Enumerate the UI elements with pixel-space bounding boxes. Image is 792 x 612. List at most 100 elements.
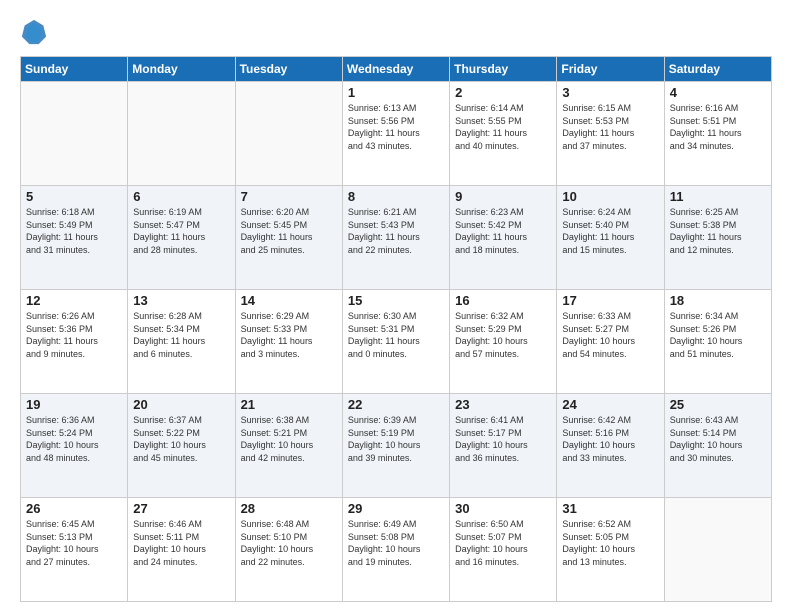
calendar-week-row: 12Sunrise: 6:26 AM Sunset: 5:36 PM Dayli… bbox=[21, 290, 772, 394]
calendar-day-cell: 25 Sunrise: 6:43 AM Sunset: 5:14 PM Dayli… bbox=[664, 394, 771, 498]
calendar-week-row: 19 Sunrise: 6:36 AM Sunset: 5:24 PM Dayli… bbox=[21, 394, 772, 498]
day-info: Sunrise: 6:33 AM Sunset: 5:27 PM Dayligh… bbox=[562, 310, 658, 360]
day-number: 24 bbox=[562, 397, 658, 412]
day-number: 18 bbox=[670, 293, 766, 308]
day-number: 6 bbox=[133, 189, 229, 204]
day-number: 21 bbox=[241, 397, 337, 412]
day-info: Sunrise: 6:39 AM Sunset: 5:19 PM Dayligh… bbox=[348, 414, 444, 464]
calendar-day-cell: 8 Sunrise: 6:21 AM Sunset: 5:43 PM Daylig… bbox=[342, 186, 449, 290]
calendar-week-row: 5 Sunrise: 6:18 AM Sunset: 5:49 PM Daylig… bbox=[21, 186, 772, 290]
day-info: Sunrise: 6:38 AM Sunset: 5:21 PM Dayligh… bbox=[241, 414, 337, 464]
day-info: Sunrise: 6:52 AM Sunset: 5:05 PM Dayligh… bbox=[562, 518, 658, 568]
day-info: Sunrise: 6:21 AM Sunset: 5:43 PM Dayligh… bbox=[348, 206, 444, 256]
calendar-day-cell: 4 Sunrise: 6:16 AM Sunset: 5:51 PM Daylig… bbox=[664, 82, 771, 186]
calendar-day-cell bbox=[21, 82, 128, 186]
calendar-day-cell: 26 Sunrise: 6:45 AM Sunset: 5:13 PM Dayli… bbox=[21, 498, 128, 602]
calendar-day-cell: 6 Sunrise: 6:19 AM Sunset: 5:47 PM Daylig… bbox=[128, 186, 235, 290]
day-info: Sunrise: 6:43 AM Sunset: 5:14 PM Dayligh… bbox=[670, 414, 766, 464]
calendar-day-cell: 30Sunrise: 6:50 AM Sunset: 5:07 PM Dayli… bbox=[450, 498, 557, 602]
day-info: Sunrise: 6:23 AM Sunset: 5:42 PM Dayligh… bbox=[455, 206, 551, 256]
calendar-day-cell bbox=[128, 82, 235, 186]
calendar-day-cell: 14 Sunrise: 6:29 AM Sunset: 5:33 PM Dayli… bbox=[235, 290, 342, 394]
day-number: 26 bbox=[26, 501, 122, 516]
day-info: Sunrise: 6:20 AM Sunset: 5:45 PM Dayligh… bbox=[241, 206, 337, 256]
calendar-day-cell: 20 Sunrise: 6:37 AM Sunset: 5:22 PM Dayli… bbox=[128, 394, 235, 498]
day-info: Sunrise: 6:36 AM Sunset: 5:24 PM Dayligh… bbox=[26, 414, 122, 464]
day-number: 7 bbox=[241, 189, 337, 204]
calendar-table: SundayMondayTuesdayWednesdayThursdayFrid… bbox=[20, 56, 772, 602]
day-info: Sunrise: 6:42 AM Sunset: 5:16 PM Dayligh… bbox=[562, 414, 658, 464]
calendar-day-header: Saturday bbox=[664, 57, 771, 82]
calendar-day-cell: 13 Sunrise: 6:28 AM Sunset: 5:34 PM Dayli… bbox=[128, 290, 235, 394]
day-number: 20 bbox=[133, 397, 229, 412]
logo bbox=[20, 18, 52, 46]
day-info: Sunrise: 6:28 AM Sunset: 5:34 PM Dayligh… bbox=[133, 310, 229, 360]
calendar-day-cell: 24 Sunrise: 6:42 AM Sunset: 5:16 PM Dayli… bbox=[557, 394, 664, 498]
day-number: 4 bbox=[670, 85, 766, 100]
day-number: 25 bbox=[670, 397, 766, 412]
day-number: 5 bbox=[26, 189, 122, 204]
day-number: 14 bbox=[241, 293, 337, 308]
day-info: Sunrise: 6:45 AM Sunset: 5:13 PM Dayligh… bbox=[26, 518, 122, 568]
day-info: Sunrise: 6:37 AM Sunset: 5:22 PM Dayligh… bbox=[133, 414, 229, 464]
calendar-day-cell: 1 Sunrise: 6:13 AM Sunset: 5:56 PM Daylig… bbox=[342, 82, 449, 186]
calendar-day-cell: 15Sunrise: 6:30 AM Sunset: 5:31 PM Dayli… bbox=[342, 290, 449, 394]
day-info: Sunrise: 6:14 AM Sunset: 5:55 PM Dayligh… bbox=[455, 102, 551, 152]
calendar-day-cell: 3 Sunrise: 6:15 AM Sunset: 5:53 PM Daylig… bbox=[557, 82, 664, 186]
calendar-week-row: 26 Sunrise: 6:45 AM Sunset: 5:13 PM Dayli… bbox=[21, 498, 772, 602]
calendar-day-cell: 21 Sunrise: 6:38 AM Sunset: 5:21 PM Dayli… bbox=[235, 394, 342, 498]
day-info: Sunrise: 6:49 AM Sunset: 5:08 PM Dayligh… bbox=[348, 518, 444, 568]
day-number: 10 bbox=[562, 189, 658, 204]
day-number: 19 bbox=[26, 397, 122, 412]
calendar-day-cell: 2 Sunrise: 6:14 AM Sunset: 5:55 PM Daylig… bbox=[450, 82, 557, 186]
day-number: 12 bbox=[26, 293, 122, 308]
day-number: 1 bbox=[348, 85, 444, 100]
calendar-day-cell: 22 Sunrise: 6:39 AM Sunset: 5:19 PM Dayli… bbox=[342, 394, 449, 498]
calendar-day-cell: 5 Sunrise: 6:18 AM Sunset: 5:49 PM Daylig… bbox=[21, 186, 128, 290]
day-info: Sunrise: 6:25 AM Sunset: 5:38 PM Dayligh… bbox=[670, 206, 766, 256]
day-info: Sunrise: 6:29 AM Sunset: 5:33 PM Dayligh… bbox=[241, 310, 337, 360]
day-number: 11 bbox=[670, 189, 766, 204]
calendar-day-cell: 19 Sunrise: 6:36 AM Sunset: 5:24 PM Dayli… bbox=[21, 394, 128, 498]
day-info: Sunrise: 6:46 AM Sunset: 5:11 PM Dayligh… bbox=[133, 518, 229, 568]
calendar-day-cell: 31 Sunrise: 6:52 AM Sunset: 5:05 PM Dayli… bbox=[557, 498, 664, 602]
day-number: 8 bbox=[348, 189, 444, 204]
calendar-day-header: Friday bbox=[557, 57, 664, 82]
calendar-header-row: SundayMondayTuesdayWednesdayThursdayFrid… bbox=[21, 57, 772, 82]
calendar-day-header: Wednesday bbox=[342, 57, 449, 82]
calendar-day-header: Tuesday bbox=[235, 57, 342, 82]
calendar-day-cell: 18Sunrise: 6:34 AM Sunset: 5:26 PM Dayli… bbox=[664, 290, 771, 394]
day-info: Sunrise: 6:18 AM Sunset: 5:49 PM Dayligh… bbox=[26, 206, 122, 256]
day-number: 2 bbox=[455, 85, 551, 100]
day-info: Sunrise: 6:13 AM Sunset: 5:56 PM Dayligh… bbox=[348, 102, 444, 152]
header bbox=[20, 18, 772, 46]
day-number: 27 bbox=[133, 501, 229, 516]
day-number: 3 bbox=[562, 85, 658, 100]
calendar-day-cell: 11 Sunrise: 6:25 AM Sunset: 5:38 PM Dayli… bbox=[664, 186, 771, 290]
day-number: 9 bbox=[455, 189, 551, 204]
day-number: 13 bbox=[133, 293, 229, 308]
calendar-day-cell bbox=[664, 498, 771, 602]
day-number: 23 bbox=[455, 397, 551, 412]
day-info: Sunrise: 6:15 AM Sunset: 5:53 PM Dayligh… bbox=[562, 102, 658, 152]
day-info: Sunrise: 6:24 AM Sunset: 5:40 PM Dayligh… bbox=[562, 206, 658, 256]
calendar-day-cell: 9 Sunrise: 6:23 AM Sunset: 5:42 PM Daylig… bbox=[450, 186, 557, 290]
calendar-day-cell: 29 Sunrise: 6:49 AM Sunset: 5:08 PM Dayli… bbox=[342, 498, 449, 602]
calendar-day-cell: 16Sunrise: 6:32 AM Sunset: 5:29 PM Dayli… bbox=[450, 290, 557, 394]
calendar-day-cell: 17Sunrise: 6:33 AM Sunset: 5:27 PM Dayli… bbox=[557, 290, 664, 394]
calendar-day-cell: 10 Sunrise: 6:24 AM Sunset: 5:40 PM Dayli… bbox=[557, 186, 664, 290]
day-info: Sunrise: 6:19 AM Sunset: 5:47 PM Dayligh… bbox=[133, 206, 229, 256]
calendar-day-header: Sunday bbox=[21, 57, 128, 82]
calendar-day-cell: 27 Sunrise: 6:46 AM Sunset: 5:11 PM Dayli… bbox=[128, 498, 235, 602]
day-number: 31 bbox=[562, 501, 658, 516]
day-info: Sunrise: 6:48 AM Sunset: 5:10 PM Dayligh… bbox=[241, 518, 337, 568]
calendar-day-cell: 7 Sunrise: 6:20 AM Sunset: 5:45 PM Daylig… bbox=[235, 186, 342, 290]
calendar-day-cell: 12Sunrise: 6:26 AM Sunset: 5:36 PM Dayli… bbox=[21, 290, 128, 394]
day-info: Sunrise: 6:32 AM Sunset: 5:29 PM Dayligh… bbox=[455, 310, 551, 360]
calendar-day-cell bbox=[235, 82, 342, 186]
day-number: 22 bbox=[348, 397, 444, 412]
page: SundayMondayTuesdayWednesdayThursdayFrid… bbox=[0, 0, 792, 612]
calendar-day-header: Thursday bbox=[450, 57, 557, 82]
day-number: 29 bbox=[348, 501, 444, 516]
day-info: Sunrise: 6:16 AM Sunset: 5:51 PM Dayligh… bbox=[670, 102, 766, 152]
